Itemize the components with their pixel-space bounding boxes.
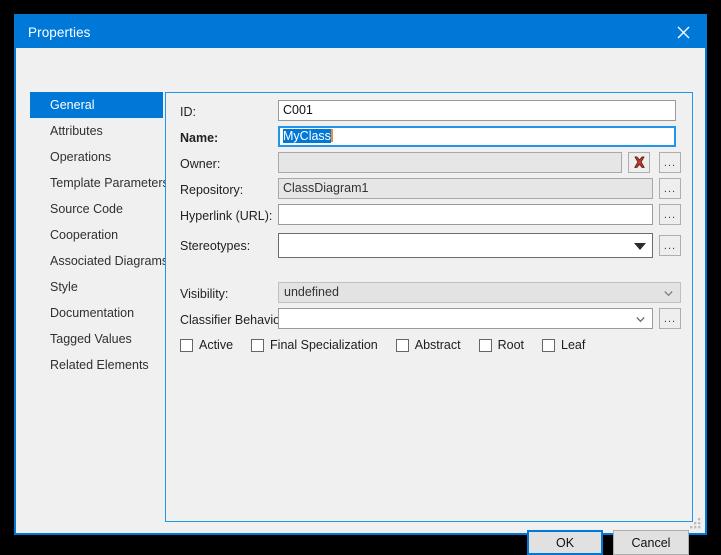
sidebar-item-associated-diagrams[interactable]: Associated Diagrams [30,248,168,274]
repository-label: Repository: [180,183,244,197]
sidebar-item-attributes[interactable]: Attributes [30,118,163,144]
owner-browse-button[interactable]: ... [659,152,681,173]
checkbox-box-icon [180,338,193,352]
sidebar-item-label: Operations [50,150,112,164]
sidebar-item-label: Source Code [50,202,123,216]
classifier-behavior-combobox[interactable] [278,308,653,329]
checkbox-root[interactable]: Root [478,338,525,352]
sidebar-item-style[interactable]: Style [30,274,163,300]
sidebar-item-label: Tagged Values [50,332,132,346]
sidebar-item-label: Associated Diagrams [50,254,169,268]
field-row-name: Name: MyClass [166,126,692,150]
checkbox-label: Leaf [561,338,586,352]
properties-dialog: Properties General Attributes Operations… [14,14,707,555]
id-label: ID: [180,105,196,119]
repository-input[interactable]: ClassDiagram1 [278,178,653,199]
hyperlink-browse-button[interactable]: ... [659,204,681,225]
owner-input[interactable] [278,152,622,173]
field-row-classifier-behavior: Classifier Behavior: ... [166,308,692,332]
checkbox-box-icon [395,338,409,352]
field-row-visibility: Visibility: undefined [166,282,692,306]
tab-list: General Attributes Operations Template P… [30,92,169,378]
window-title: Properties [28,24,91,40]
chevron-down-icon [664,291,673,297]
checkbox-box-icon [478,338,492,352]
sidebar-item-label: Style [50,280,78,294]
title-bar: Properties [16,16,705,48]
checkbox-label: Abstract [414,338,461,352]
sidebar-item-label: Template Parameters [50,176,169,190]
name-input[interactable]: MyClass [278,126,676,147]
field-row-repository: Repository: ClassDiagram1 ... [166,178,692,202]
chevron-down-icon [636,317,645,323]
stereotypes-label: Stereotypes: [180,239,251,253]
visibility-value: undefined [284,285,339,299]
sidebar-item-general[interactable]: General [30,92,163,118]
checkbox-box-icon [251,338,265,352]
sidebar-item-label: General [50,98,95,112]
checkbox-label: Root [497,338,525,352]
field-row-owner: Owner: ... [166,152,692,176]
checkbox-label: Final Specialization [270,338,378,352]
field-row-stereotypes: Stereotypes: ... [166,233,692,259]
checkbox-label: Active [199,338,234,352]
modifier-checkbox-row: Active Final Specialization Abstract Roo… [180,338,603,352]
field-row-hyperlink: Hyperlink (URL): ... [166,204,692,228]
stereotypes-combobox[interactable] [278,233,653,258]
sidebar-item-label: Cooperation [50,228,119,242]
ok-button[interactable]: OK [527,530,603,555]
checkbox-abstract[interactable]: Abstract [395,338,461,352]
classifier-behavior-browse-button[interactable]: ... [659,308,681,329]
field-row-id: ID: C001 [166,100,692,124]
text-caret [330,129,333,142]
red-x-icon [633,156,645,168]
close-icon [677,26,689,38]
hyperlink-label: Hyperlink (URL): [180,209,273,223]
sidebar-item-label: Attributes [50,124,103,138]
close-button[interactable] [661,16,705,48]
sidebar-item-label: Related Elements [50,358,149,372]
general-tab-panel: ID: C001 Name: MyClass Owner: ... Reposi… [165,92,693,522]
sidebar-item-cooperation[interactable]: Cooperation [30,222,163,248]
dialog-footer: OK Cancel [527,530,689,555]
visibility-combobox[interactable]: undefined [278,282,681,303]
sidebar-item-related-elements[interactable]: Related Elements [30,352,163,378]
name-label: Name: [180,131,219,145]
checkbox-final-specialization[interactable]: Final Specialization [251,338,378,352]
resize-grip-icon[interactable] [689,517,702,530]
checkbox-box-icon [542,338,556,352]
name-selected-text: MyClass [283,129,331,143]
sidebar-item-template-parameters[interactable]: Template Parameters [30,170,169,196]
cancel-button[interactable]: Cancel [613,530,689,555]
sidebar-item-operations[interactable]: Operations [30,144,163,170]
checkbox-leaf[interactable]: Leaf [542,338,585,352]
id-input[interactable]: C001 [278,100,676,121]
sidebar-item-source-code[interactable]: Source Code [30,196,163,222]
checkbox-active[interactable]: Active [180,338,233,352]
owner-label: Owner: [180,157,221,171]
chevron-down-icon [634,243,646,250]
repository-browse-button[interactable]: ... [659,178,681,199]
classifier-behavior-label: Classifier Behavior: [180,313,288,327]
sidebar-item-tagged-values[interactable]: Tagged Values [30,326,163,352]
visibility-label: Visibility: [180,287,229,301]
dialog-body: General Attributes Operations Template P… [16,48,705,555]
sidebar-item-label: Documentation [50,306,135,320]
sidebar-item-documentation[interactable]: Documentation [30,300,163,326]
owner-clear-button[interactable] [628,152,650,173]
hyperlink-input[interactable] [278,204,653,225]
stereotypes-browse-button[interactable]: ... [659,235,681,256]
